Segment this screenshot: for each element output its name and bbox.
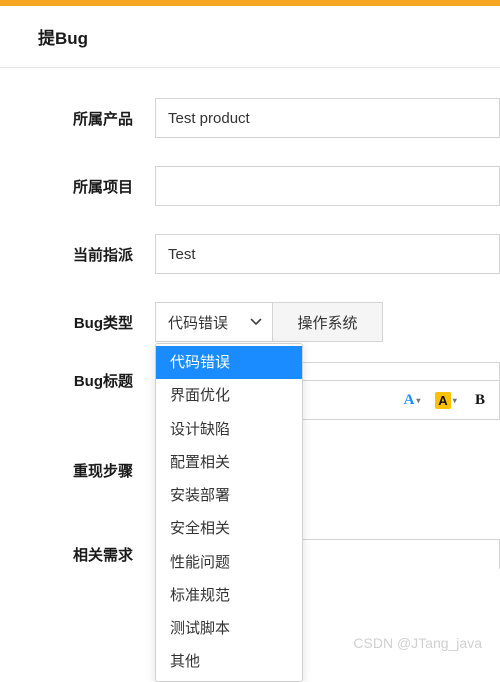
chevron-down-icon <box>250 317 262 327</box>
row-product: 所属产品 <box>0 98 500 138</box>
os-button[interactable]: 操作系统 <box>273 302 383 342</box>
bugtype-select[interactable]: 代码错误 <box>155 302 273 342</box>
page-title: 提Bug <box>38 29 88 48</box>
caret-down-icon: ▾ <box>416 396 420 405</box>
dropdown-option[interactable]: 标准规范 <box>156 579 302 612</box>
label-requirement: 相关需求 <box>0 544 155 565</box>
dropdown-option[interactable]: 其他 <box>156 645 302 678</box>
dropdown-option[interactable]: 设计缺陷 <box>156 413 302 446</box>
dropdown-option[interactable]: 配置相关 <box>156 446 302 479</box>
page-header: 提Bug <box>0 6 500 68</box>
dropdown-option[interactable]: 安全相关 <box>156 512 302 545</box>
highlight-tool[interactable]: A▾ <box>431 386 461 414</box>
label-bugtype: Bug类型 <box>0 312 155 333</box>
label-product: 所属产品 <box>0 108 155 129</box>
dropdown-option[interactable]: 测试脚本 <box>156 612 302 645</box>
row-project: 所属项目 <box>0 166 500 206</box>
label-assigned: 当前指派 <box>0 244 155 265</box>
row-bugtype: Bug类型 代码错误 操作系统 代码错误界面优化设计缺陷配置相关安装部署安全相关… <box>0 302 500 342</box>
row-assigned: 当前指派 <box>0 234 500 274</box>
bug-form: 所属产品 所属项目 当前指派 Bug类型 代码错误 操作系统 代码错误界面优化设… <box>0 68 500 569</box>
project-input[interactable] <box>155 166 500 206</box>
dropdown-option[interactable]: 性能问题 <box>156 546 302 579</box>
font-color-tool[interactable]: A▾ <box>397 386 427 414</box>
dropdown-option[interactable]: 界面优化 <box>156 379 302 412</box>
dropdown-option[interactable]: 代码错误 <box>156 346 302 379</box>
label-title: Bug标题 <box>0 362 155 391</box>
product-input[interactable] <box>155 98 500 138</box>
bold-tool[interactable]: B <box>465 386 495 414</box>
bugtype-value: 代码错误 <box>168 312 228 333</box>
label-steps: 重现步骤 <box>0 460 155 481</box>
label-project: 所属项目 <box>0 176 155 197</box>
assigned-input[interactable] <box>155 234 500 274</box>
bugtype-dropdown: 代码错误界面优化设计缺陷配置相关安装部署安全相关性能问题标准规范测试脚本其他 <box>155 343 303 682</box>
caret-down-icon: ▾ <box>453 396 457 405</box>
watermark: CSDN @JTang_java <box>353 635 482 651</box>
dropdown-option[interactable]: 安装部署 <box>156 479 302 512</box>
